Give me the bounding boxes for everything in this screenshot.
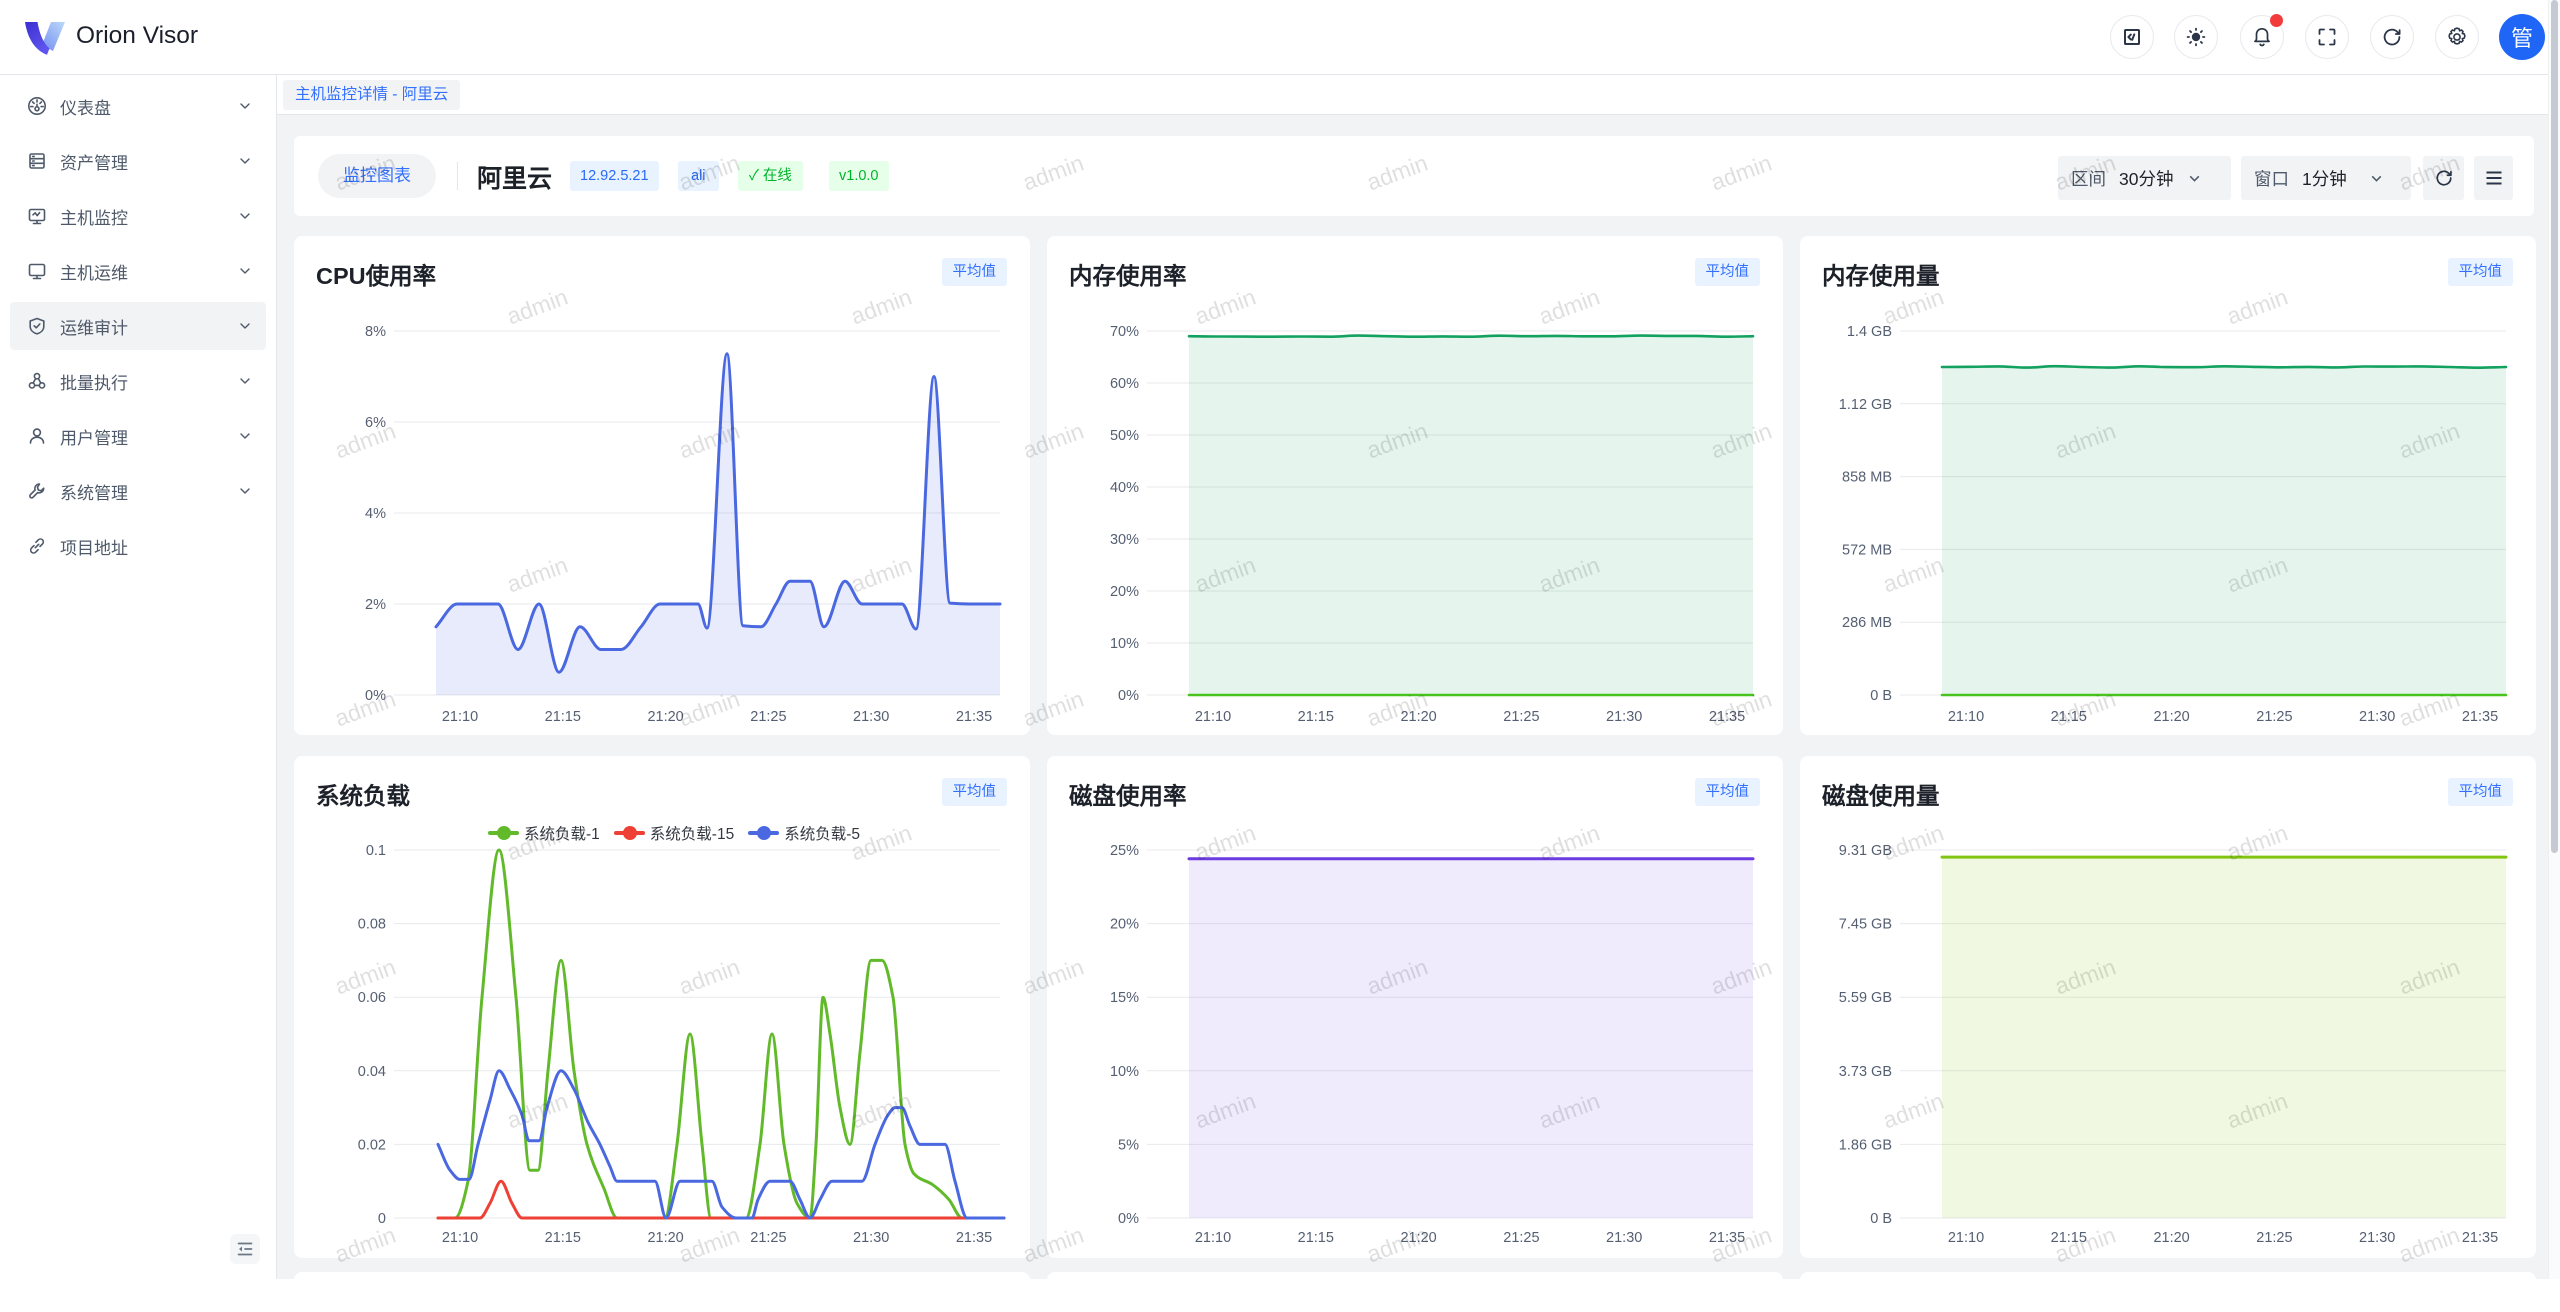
svg-text:21:30: 21:30: [2359, 1230, 2395, 1246]
svg-text:21:15: 21:15: [545, 709, 581, 725]
svg-text:25%: 25%: [1110, 843, 1139, 859]
svg-text:21:10: 21:10: [1195, 709, 1231, 725]
svg-text:21:15: 21:15: [1298, 709, 1334, 725]
svg-text:3.73 GB: 3.73 GB: [1839, 1064, 1892, 1080]
svg-text:4%: 4%: [365, 506, 386, 522]
svg-text:20%: 20%: [1110, 917, 1139, 933]
svg-text:21:30: 21:30: [1606, 1230, 1642, 1246]
svg-text:21:10: 21:10: [442, 709, 478, 725]
svg-text:9.31 GB: 9.31 GB: [1839, 843, 1892, 859]
svg-text:15%: 15%: [1110, 990, 1139, 1006]
svg-text:21:15: 21:15: [2051, 1230, 2087, 1246]
svg-text:572 MB: 572 MB: [1842, 542, 1892, 558]
svg-text:858 MB: 858 MB: [1842, 470, 1892, 486]
svg-text:1.4 GB: 1.4 GB: [1847, 324, 1892, 340]
svg-text:0%: 0%: [365, 688, 386, 704]
svg-text:21:30: 21:30: [2359, 709, 2395, 725]
svg-text:10%: 10%: [1110, 1064, 1139, 1080]
svg-text:21:20: 21:20: [1400, 709, 1436, 725]
svg-text:21:25: 21:25: [2256, 1230, 2292, 1246]
svg-text:0%: 0%: [1118, 1211, 1139, 1227]
svg-text:21:30: 21:30: [853, 1230, 889, 1246]
svg-text:21:10: 21:10: [442, 1230, 478, 1246]
svg-text:5.59 GB: 5.59 GB: [1839, 990, 1892, 1006]
svg-text:0 B: 0 B: [1870, 688, 1892, 704]
svg-text:21:25: 21:25: [1503, 1230, 1539, 1246]
svg-text:21:20: 21:20: [647, 1230, 683, 1246]
svg-text:21:20: 21:20: [2153, 1230, 2189, 1246]
svg-text:0 B: 0 B: [1870, 1211, 1892, 1227]
svg-text:0%: 0%: [1118, 688, 1139, 704]
svg-text:21:35: 21:35: [1709, 709, 1745, 725]
svg-text:21:20: 21:20: [1400, 1230, 1436, 1246]
svg-text:21:25: 21:25: [750, 1230, 786, 1246]
svg-text:0: 0: [378, 1211, 386, 1227]
svg-text:0.1: 0.1: [366, 843, 386, 859]
svg-text:21:35: 21:35: [2462, 1230, 2498, 1246]
svg-text:7.45 GB: 7.45 GB: [1839, 917, 1892, 933]
svg-text:21:25: 21:25: [750, 709, 786, 725]
svg-text:21:10: 21:10: [1948, 1230, 1984, 1246]
svg-text:60%: 60%: [1110, 376, 1139, 392]
svg-text:21:30: 21:30: [1606, 709, 1642, 725]
svg-text:21:35: 21:35: [956, 709, 992, 725]
svg-text:21:25: 21:25: [2256, 709, 2292, 725]
svg-text:50%: 50%: [1110, 428, 1139, 444]
svg-text:20%: 20%: [1110, 584, 1139, 600]
svg-text:1.86 GB: 1.86 GB: [1839, 1137, 1892, 1153]
svg-text:0.02: 0.02: [358, 1137, 386, 1153]
svg-text:8%: 8%: [365, 324, 386, 340]
svg-text:21:30: 21:30: [853, 709, 889, 725]
svg-text:21:20: 21:20: [647, 709, 683, 725]
svg-text:21:10: 21:10: [1948, 709, 1984, 725]
svg-text:21:15: 21:15: [1298, 1230, 1334, 1246]
svg-text:0.04: 0.04: [358, 1064, 386, 1080]
svg-text:21:15: 21:15: [545, 1230, 581, 1246]
svg-text:21:35: 21:35: [956, 1230, 992, 1246]
svg-text:21:10: 21:10: [1195, 1230, 1231, 1246]
svg-text:40%: 40%: [1110, 480, 1139, 496]
svg-text:70%: 70%: [1110, 324, 1139, 340]
svg-text:1.12 GB: 1.12 GB: [1839, 397, 1892, 413]
svg-text:21:25: 21:25: [1503, 709, 1539, 725]
svg-text:286 MB: 286 MB: [1842, 615, 1892, 631]
svg-text:21:35: 21:35: [1709, 1230, 1745, 1246]
svg-text:6%: 6%: [365, 415, 386, 431]
svg-text:21:20: 21:20: [2153, 709, 2189, 725]
svg-text:0.08: 0.08: [358, 917, 386, 933]
svg-text:5%: 5%: [1118, 1137, 1139, 1153]
svg-text:21:15: 21:15: [2051, 709, 2087, 725]
svg-text:2%: 2%: [365, 597, 386, 613]
svg-text:0.06: 0.06: [358, 990, 386, 1006]
svg-text:10%: 10%: [1110, 636, 1139, 652]
svg-text:30%: 30%: [1110, 532, 1139, 548]
svg-text:21:35: 21:35: [2462, 709, 2498, 725]
